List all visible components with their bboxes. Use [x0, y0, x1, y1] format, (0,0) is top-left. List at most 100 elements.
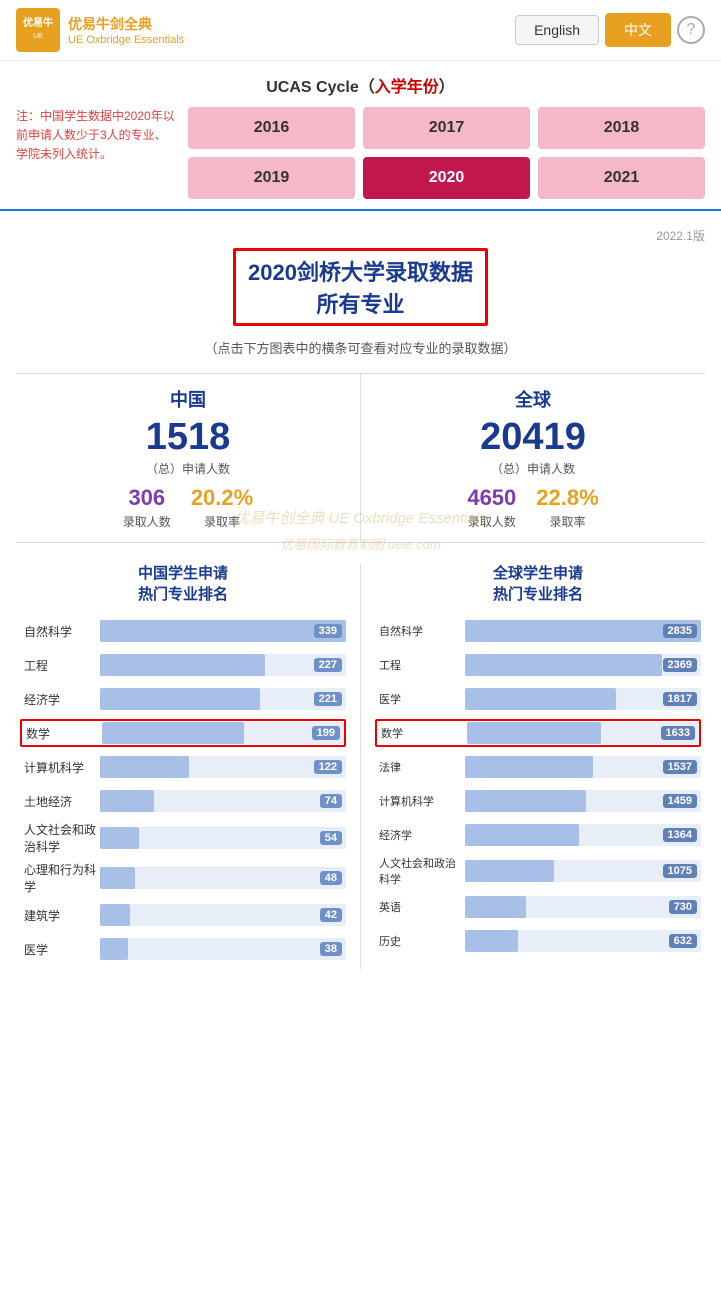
china-bar-label: 土地经济 — [20, 793, 100, 810]
global-bar-row[interactable]: 法律 1537 — [375, 753, 701, 781]
global-bar-track: 1817 — [465, 688, 701, 710]
china-bar-value: 227 — [314, 658, 342, 672]
main-title-line1: 2020剑桥大学录取数据 — [248, 260, 473, 285]
global-sub-row: 4650 录取人数 22.8% 录取率 — [369, 485, 697, 530]
china-bar-label: 工程 — [20, 657, 100, 674]
china-ranking-title: 中国学生申请热门专业排名 — [20, 563, 346, 605]
year-2019[interactable]: 2019 — [188, 157, 355, 199]
global-bar-row[interactable]: 人文社会和政治科学 1075 — [375, 855, 701, 887]
global-bar-row[interactable]: 英语 730 — [375, 893, 701, 921]
china-bar-value: 122 — [314, 760, 342, 774]
global-bar-row[interactable]: 计算机科学 1459 — [375, 787, 701, 815]
lang-zh-button[interactable]: 中文 — [605, 13, 671, 47]
china-bar-track: 54 — [100, 827, 346, 849]
global-ranking-title: 全球学生申请热门专业排名 — [375, 563, 701, 605]
global-bar-row[interactable]: 历史 632 — [375, 927, 701, 955]
china-admitted-item: 306 录取人数 — [123, 485, 171, 530]
china-bar-value: 339 — [314, 624, 342, 638]
china-bar-row[interactable]: 土地经济 74 — [20, 787, 346, 815]
version-label: 2022.1版 — [16, 227, 705, 244]
china-total-label: （总）申请人数 — [24, 460, 352, 477]
note-and-years: 注：中国学生数据中2020年以前申请人数少于3人的专业、学院未列入统计。 201… — [16, 107, 705, 199]
global-bar-label: 人文社会和政治科学 — [375, 855, 465, 887]
svg-text:UE: UE — [33, 33, 43, 40]
global-bar-label: 历史 — [375, 933, 465, 949]
china-bar-track: 122 — [100, 756, 346, 778]
china-bar-track: 38 — [100, 938, 346, 960]
china-bar-row[interactable]: 自然科学 339 — [20, 617, 346, 645]
china-bar-track: 199 — [102, 722, 344, 744]
china-total: 1518 — [24, 418, 352, 456]
china-sub-row: 306 录取人数 20.2% 录取率 — [24, 485, 352, 530]
ucas-highlight: 入学年份 — [375, 79, 439, 96]
china-bars: 自然科学 339 工程 227 经济学 221 数学 199 计算机科学 122… — [20, 617, 346, 963]
global-bar-row[interactable]: 经济学 1364 — [375, 821, 701, 849]
subtitle: （点击下方图表中的横条可查看对应专业的录取数据） — [16, 338, 705, 357]
china-bar-row[interactable]: 建筑学 42 — [20, 901, 346, 929]
china-bar-value: 54 — [320, 831, 342, 845]
global-bar-value: 1364 — [663, 828, 697, 842]
global-bar-label: 计算机科学 — [375, 793, 465, 809]
stats-row: 中国 1518 （总）申请人数 306 录取人数 20.2% 录取率 全球 20… — [16, 373, 705, 543]
global-total-label: （总）申请人数 — [369, 460, 697, 477]
logo-en: UE Oxbridge Essentials — [68, 34, 184, 46]
ucas-section: UCAS Cycle（入学年份） 注：中国学生数据中2020年以前申请人数少于3… — [0, 61, 721, 209]
china-bar-label: 心理和行为科学 — [20, 861, 100, 895]
global-bar-label: 工程 — [375, 657, 465, 673]
lang-en-button[interactable]: English — [515, 15, 599, 45]
china-bar-row[interactable]: 人文社会和政治科学 54 — [20, 821, 346, 855]
global-bar-track: 730 — [465, 896, 701, 918]
years-grid: 2016 2017 2018 2019 2020 2021 — [188, 107, 705, 199]
china-bar-row[interactable]: 工程 227 — [20, 651, 346, 679]
china-bar-label: 计算机科学 — [20, 759, 100, 776]
china-bar-track: 221 — [100, 688, 346, 710]
china-bar-label: 经济学 — [20, 691, 100, 708]
china-bar-value: 74 — [320, 794, 342, 808]
global-admitted-item: 4650 录取人数 — [467, 485, 516, 530]
year-2021[interactable]: 2021 — [538, 157, 705, 199]
china-bar-value: 38 — [320, 942, 342, 956]
global-bar-row[interactable]: 工程 2369 — [375, 651, 701, 679]
china-title: 中国 — [24, 386, 352, 412]
china-bar-row[interactable]: 数学 199 — [20, 719, 346, 747]
china-bar-track: 227 — [100, 654, 346, 676]
china-bar-label: 建筑学 — [20, 907, 100, 924]
global-bar-row[interactable]: 医学 1817 — [375, 685, 701, 713]
main-title-line2: 所有专业 — [316, 292, 404, 317]
china-rate: 20.2% — [191, 485, 253, 511]
china-bar-row[interactable]: 经济学 221 — [20, 685, 346, 713]
global-bar-value: 730 — [669, 900, 697, 914]
year-2018[interactable]: 2018 — [538, 107, 705, 149]
main-title: 2020剑桥大学录取数据 所有专业 — [233, 248, 488, 326]
china-bar-label: 数学 — [22, 725, 102, 742]
china-bar-track: 339 — [100, 620, 346, 642]
global-bar-value: 632 — [669, 934, 697, 948]
lang-buttons: English 中文 ? — [515, 13, 705, 47]
china-bar-value: 42 — [320, 908, 342, 922]
global-admitted: 4650 — [467, 485, 516, 511]
china-bar-row[interactable]: 心理和行为科学 48 — [20, 861, 346, 895]
global-bars: 自然科学 2835 工程 2369 医学 1817 数学 1633 法律 153… — [375, 617, 701, 955]
global-bar-row[interactable]: 数学 1633 — [375, 719, 701, 747]
logo-area: 优易牛 UE 优易牛剑全典 UE Oxbridge Essentials — [16, 8, 184, 52]
svg-text:优易牛: 优易牛 — [23, 16, 53, 29]
global-bar-label: 自然科学 — [375, 623, 465, 639]
global-bar-row[interactable]: 自然科学 2835 — [375, 617, 701, 645]
global-title: 全球 — [369, 386, 697, 412]
main-title-wrapper: 2020剑桥大学录取数据 所有专业 — [16, 248, 705, 332]
global-bar-track: 632 — [465, 930, 701, 952]
china-bar-row[interactable]: 计算机科学 122 — [20, 753, 346, 781]
logo-icon: 优易牛 UE — [16, 8, 60, 52]
china-bar-label: 人文社会和政治科学 — [20, 821, 100, 855]
year-2016[interactable]: 2016 — [188, 107, 355, 149]
year-2017[interactable]: 2017 — [363, 107, 530, 149]
china-bar-row[interactable]: 医学 38 — [20, 935, 346, 963]
china-bar-track: 42 — [100, 904, 346, 926]
help-icon[interactable]: ? — [677, 16, 705, 44]
note-box: 注：中国学生数据中2020年以前申请人数少于3人的专业、学院未列入统计。 — [16, 107, 176, 199]
stats-col-china: 中国 1518 （总）申请人数 306 录取人数 20.2% 录取率 — [16, 374, 361, 542]
china-bar-track: 74 — [100, 790, 346, 812]
global-bar-value: 1459 — [663, 794, 697, 808]
year-2020[interactable]: 2020 — [363, 157, 530, 199]
china-bar-value: 48 — [320, 871, 342, 885]
